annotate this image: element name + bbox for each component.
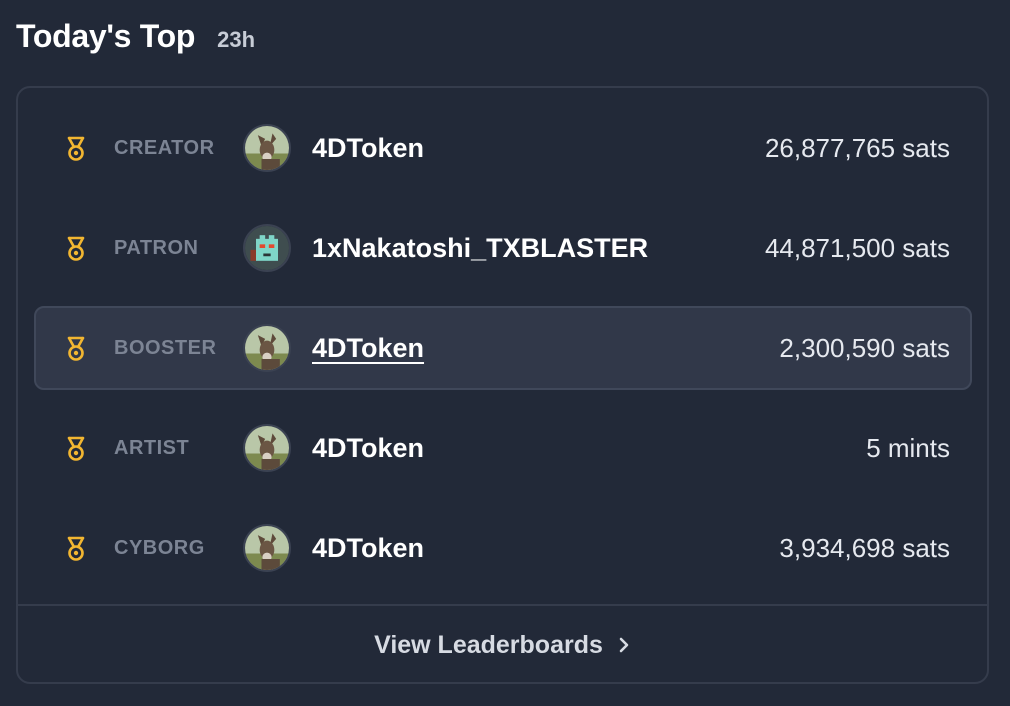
amount-value: 2,300,590 sats: [779, 332, 950, 363]
section-title: Today's Top: [16, 18, 196, 54]
username-link[interactable]: 4DToken: [312, 333, 424, 364]
username-link[interactable]: 4DToken: [312, 433, 424, 464]
username-link[interactable]: 4DToken: [312, 533, 424, 564]
category-label: CREATOR: [114, 136, 215, 159]
section-header: Today's Top 23h: [16, 18, 255, 55]
amount-value: 44,871,500 sats: [764, 232, 950, 263]
time-period-label: 23h: [217, 27, 256, 52]
amount-value: 3,934,698 sats: [779, 532, 950, 563]
view-leaderboards-label: View Leaderboards: [374, 630, 603, 659]
leaderboard-rows: CREATOR 4DToken 26,877,765 sats PATRON 1…: [18, 88, 987, 604]
donkey-avatar-icon[interactable]: [243, 424, 291, 472]
amount-value: 26,877,765 sats: [764, 132, 950, 163]
medal-icon: [64, 136, 88, 162]
medal-icon: [64, 236, 88, 262]
leaderboard-row-booster[interactable]: BOOSTER 4DToken 2,300,590 sats: [34, 306, 972, 390]
category-label: CYBORG: [114, 536, 205, 559]
leaderboard-row-patron[interactable]: PATRON 1xNakatoshi_TXBLASTER 44,871,500 …: [34, 206, 972, 290]
chevron-right-icon: [619, 637, 629, 653]
category-label: ARTIST: [114, 436, 190, 459]
leaderboard-row-artist[interactable]: ARTIST 4DToken 5 mints: [34, 406, 972, 490]
leaderboard-row-cyborg[interactable]: CYBORG 4DToken 3,934,698 sats: [34, 506, 972, 590]
donkey-avatar-icon[interactable]: [243, 124, 291, 172]
category-label: PATRON: [114, 236, 199, 259]
medal-icon: [64, 436, 88, 462]
donkey-avatar-icon[interactable]: [243, 524, 291, 572]
donkey-avatar-icon[interactable]: [243, 324, 291, 372]
category-label: BOOSTER: [114, 336, 217, 359]
username-link[interactable]: 4DToken: [312, 133, 424, 164]
username-link[interactable]: 1xNakatoshi_TXBLASTER: [312, 233, 648, 264]
leaderboard-card: CREATOR 4DToken 26,877,765 sats PATRON 1…: [16, 86, 989, 684]
amount-value: 5 mints: [866, 432, 950, 463]
medal-icon: [64, 336, 88, 362]
pixel-robot-avatar-icon[interactable]: [243, 224, 291, 272]
medal-icon: [64, 536, 88, 562]
leaderboard-row-creator[interactable]: CREATOR 4DToken 26,877,765 sats: [34, 106, 972, 190]
view-leaderboards-button[interactable]: View Leaderboards: [18, 606, 987, 684]
